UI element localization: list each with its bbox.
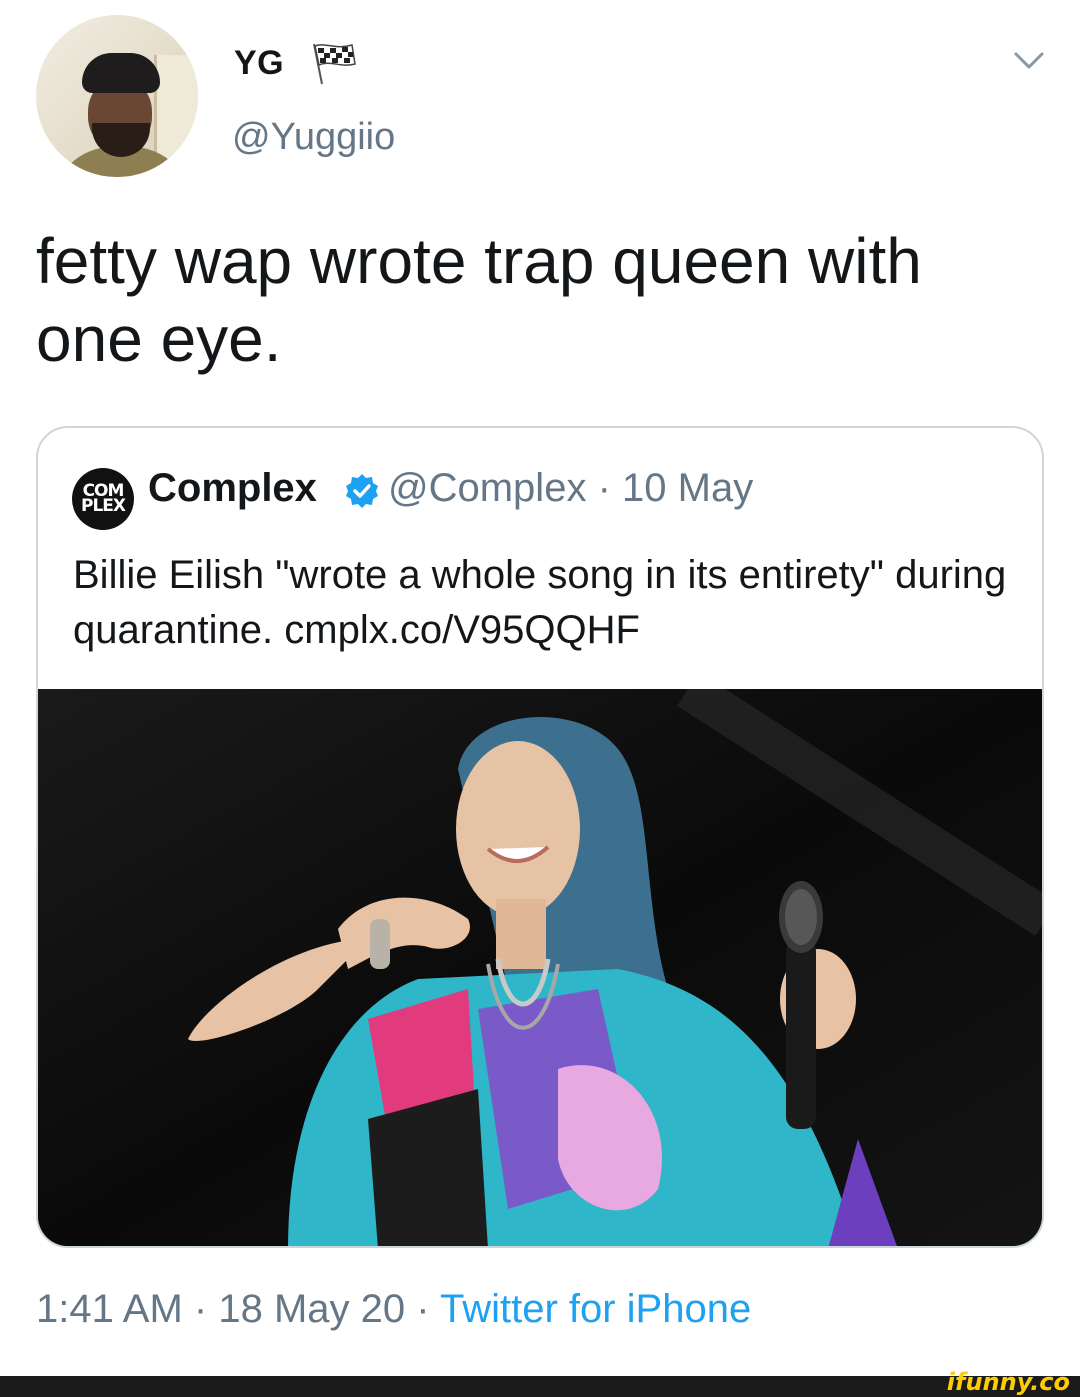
quoted-tweet-text: Billie Eilish "wrote a whole song in its… (73, 553, 1007, 652)
avatar-bg-door (154, 55, 198, 165)
ifunny-watermark-logo: ifunny.co (946, 1368, 1070, 1396)
performer-photo (38, 689, 1042, 1246)
quoted-author-name[interactable]: Complex (148, 466, 317, 511)
tweet-date[interactable]: 18 May 20 (218, 1287, 405, 1331)
author-display-name[interactable]: YG (234, 44, 284, 83)
avatar-text-bottom: PLEX (80, 496, 126, 516)
tweet-timestamp[interactable]: 1:41 AM (36, 1287, 183, 1331)
verified-badge-icon (346, 474, 378, 508)
quoted-date[interactable]: 10 May (622, 466, 753, 510)
quoted-tweet-image[interactable] (38, 689, 1042, 1246)
watermark-bar (0, 1376, 1080, 1397)
chevron-down-icon[interactable] (1013, 49, 1045, 73)
author-avatar[interactable] (36, 15, 198, 177)
quoted-meta: @Complex · 10 May (388, 466, 753, 511)
quoted-tweet-card[interactable]: COM PLEX Complex @Complex · 10 May Billi… (36, 426, 1044, 1248)
footer-separator-1: · (193, 1287, 208, 1331)
chequered-flag-icon (313, 43, 356, 85)
avatar-hat (82, 53, 160, 93)
tweet-source-link[interactable]: Twitter for iPhone (440, 1287, 751, 1331)
quoted-author-avatar[interactable]: COM PLEX (72, 468, 134, 530)
meta-separator: · (597, 466, 611, 510)
tweet-footer: 1:41 AM · 18 May 20 · Twitter for iPhone (36, 1287, 751, 1332)
tweet-page: YG @Yuggiio fetty wap wrote trap queen w… (0, 0, 1080, 1397)
tweet-text: fetty wap wrote trap queen with one eye. (36, 225, 922, 375)
footer-separator-2: · (416, 1287, 430, 1331)
quoted-handle[interactable]: @Complex (388, 466, 586, 510)
author-handle[interactable]: @Yuggiio (232, 116, 395, 159)
